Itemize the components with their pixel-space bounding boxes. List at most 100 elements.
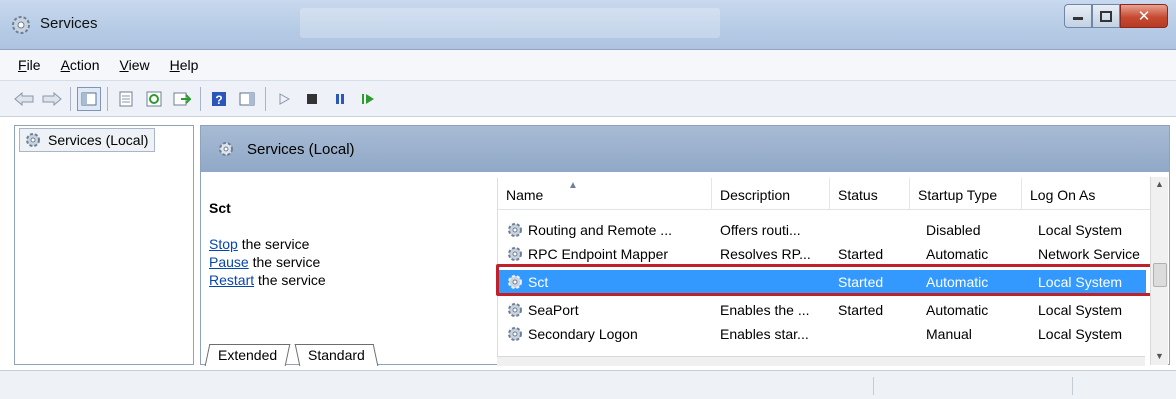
menu-bar: File Action View Help — [0, 50, 1176, 81]
services-list: ▲ Name Description Status Startup Type L… — [497, 178, 1161, 366]
stop-service-icon[interactable] — [300, 87, 324, 111]
forward-arrow-icon[interactable] — [40, 87, 64, 111]
tab-extended[interactable]: Extended — [204, 344, 291, 366]
scroll-down-icon[interactable]: ▼ — [1155, 351, 1164, 361]
status-bar — [0, 370, 1176, 399]
table-row[interactable]: SeaPort Enables the ... Started Automati… — [498, 298, 1146, 322]
pause-action: Pause the service — [209, 254, 321, 270]
properties-icon[interactable] — [114, 87, 138, 111]
cell-name: Sct — [528, 274, 549, 290]
restart-action: Restart the service — [209, 272, 326, 288]
services-gear-icon — [10, 14, 32, 36]
pause-service-icon[interactable] — [328, 87, 352, 111]
title-bar[interactable]: Services ✕ — [0, 0, 1176, 50]
vertical-scrollbar[interactable]: ▲ ▼ — [1150, 177, 1168, 365]
export-list-icon[interactable] — [170, 87, 194, 111]
table-row[interactable]: Secondary Logon Enables star... Manual L… — [498, 322, 1146, 346]
cell-description: Offers routi... — [720, 222, 801, 238]
service-gear-icon — [508, 327, 522, 341]
cell-startup-type: Disabled — [926, 222, 981, 238]
service-gear-icon — [508, 303, 522, 317]
status-divider — [1072, 377, 1073, 395]
cell-status: Started — [838, 246, 884, 262]
cell-log-on-as: Local System — [1038, 326, 1123, 342]
toolbar-separator — [200, 86, 201, 111]
start-service-icon[interactable] — [272, 87, 296, 111]
column-header-name[interactable]: Name — [498, 178, 712, 210]
menu-view[interactable]: View — [110, 57, 160, 73]
resume-service-icon[interactable] — [356, 87, 380, 111]
cell-log-on-as: Local System — [1038, 222, 1123, 238]
window-controls: ✕ — [1064, 4, 1168, 30]
cell-startup-type: Automatic — [926, 302, 989, 318]
pause-link[interactable]: Pause — [209, 254, 249, 270]
refresh-icon[interactable] — [142, 87, 166, 111]
cell-description: Enables the ... — [720, 302, 810, 318]
show-hide-tree-icon[interactable] — [77, 86, 101, 111]
cell-description: Resolves RP... — [720, 246, 811, 262]
tree-item-services-local[interactable]: Services (Local) — [19, 128, 156, 152]
window-title: Services — [40, 15, 98, 32]
restart-link[interactable]: Restart — [209, 272, 254, 288]
scroll-up-icon[interactable]: ▲ — [1155, 179, 1164, 189]
scroll-thumb[interactable] — [1153, 263, 1167, 287]
service-gear-icon — [508, 275, 522, 289]
column-header-status[interactable]: Status — [830, 178, 910, 210]
back-arrow-icon[interactable] — [12, 87, 36, 111]
tree-item-label: Services (Local) — [48, 132, 149, 148]
view-tabs: Extended Standard — [201, 344, 497, 366]
menu-file[interactable]: File — [8, 57, 51, 73]
service-gear-icon — [508, 223, 522, 237]
services-gear-icon — [219, 142, 233, 156]
cell-status — [838, 322, 908, 346]
cell-name: Secondary Logon — [528, 326, 638, 342]
service-gear-icon — [508, 247, 522, 261]
horizontal-scrollbar[interactable] — [497, 356, 1145, 366]
minimize-button[interactable] — [1064, 4, 1092, 28]
show-hide-action-pane-icon[interactable] — [235, 87, 259, 111]
table-row[interactable]: Routing and Remote ... Offers routi... D… — [498, 218, 1146, 242]
cell-description: Enables star... — [720, 326, 809, 342]
column-header-log-on-as[interactable]: Log On As — [1022, 178, 1161, 210]
help-icon[interactable]: ? — [207, 87, 231, 111]
details-header: Services (Local) — [201, 126, 1169, 172]
cell-log-on-as: Network Service — [1038, 246, 1140, 262]
svg-text:?: ? — [215, 93, 222, 107]
stop-link[interactable]: Stop — [209, 236, 238, 252]
toolbar-separator — [265, 86, 266, 111]
cell-name: Routing and Remote ... — [528, 222, 672, 238]
cell-status — [838, 218, 908, 242]
cell-name: RPC Endpoint Mapper — [528, 246, 669, 262]
cell-status: Started — [838, 302, 884, 318]
blurred-background — [300, 8, 720, 38]
details-pane: Services (Local) Sct Stop the service Pa… — [200, 125, 1170, 366]
cell-startup-type: Automatic — [926, 274, 989, 290]
table-row-selected[interactable]: Sct Started Automatic Local System — [498, 270, 1146, 294]
column-header-description[interactable]: Description — [712, 178, 830, 210]
close-button[interactable]: ✕ — [1120, 4, 1168, 28]
details-header-title: Services (Local) — [247, 140, 355, 158]
cell-description — [720, 270, 828, 294]
column-header-startup-type[interactable]: Startup Type — [910, 178, 1022, 210]
services-gear-icon — [26, 133, 40, 147]
tab-standard[interactable]: Standard — [294, 344, 379, 366]
toolbar: ? — [0, 81, 1176, 117]
list-header: ▲ Name Description Status Startup Type L… — [498, 178, 1161, 210]
menu-help[interactable]: Help — [160, 57, 209, 73]
cell-log-on-as: Local System — [1038, 302, 1123, 318]
table-row[interactable]: RPC Endpoint Mapper Resolves RP... Start… — [498, 242, 1146, 266]
cell-startup-type: Automatic — [926, 246, 989, 262]
cell-name: SeaPort — [528, 302, 579, 318]
console-tree: Services (Local) — [14, 125, 194, 365]
stop-action: Stop the service — [209, 236, 310, 252]
cell-startup-type: Manual — [926, 326, 972, 342]
toolbar-separator — [70, 86, 71, 111]
menu-action[interactable]: Action — [51, 57, 110, 73]
cell-status: Started — [838, 274, 884, 290]
extended-description: Sct Stop the service Pause the service R… — [201, 172, 497, 364]
status-divider — [873, 377, 874, 395]
maximize-button[interactable] — [1092, 4, 1120, 28]
selected-service-name: Sct — [209, 200, 231, 216]
toolbar-separator — [107, 86, 108, 111]
cell-log-on-as: Local System — [1038, 274, 1123, 290]
